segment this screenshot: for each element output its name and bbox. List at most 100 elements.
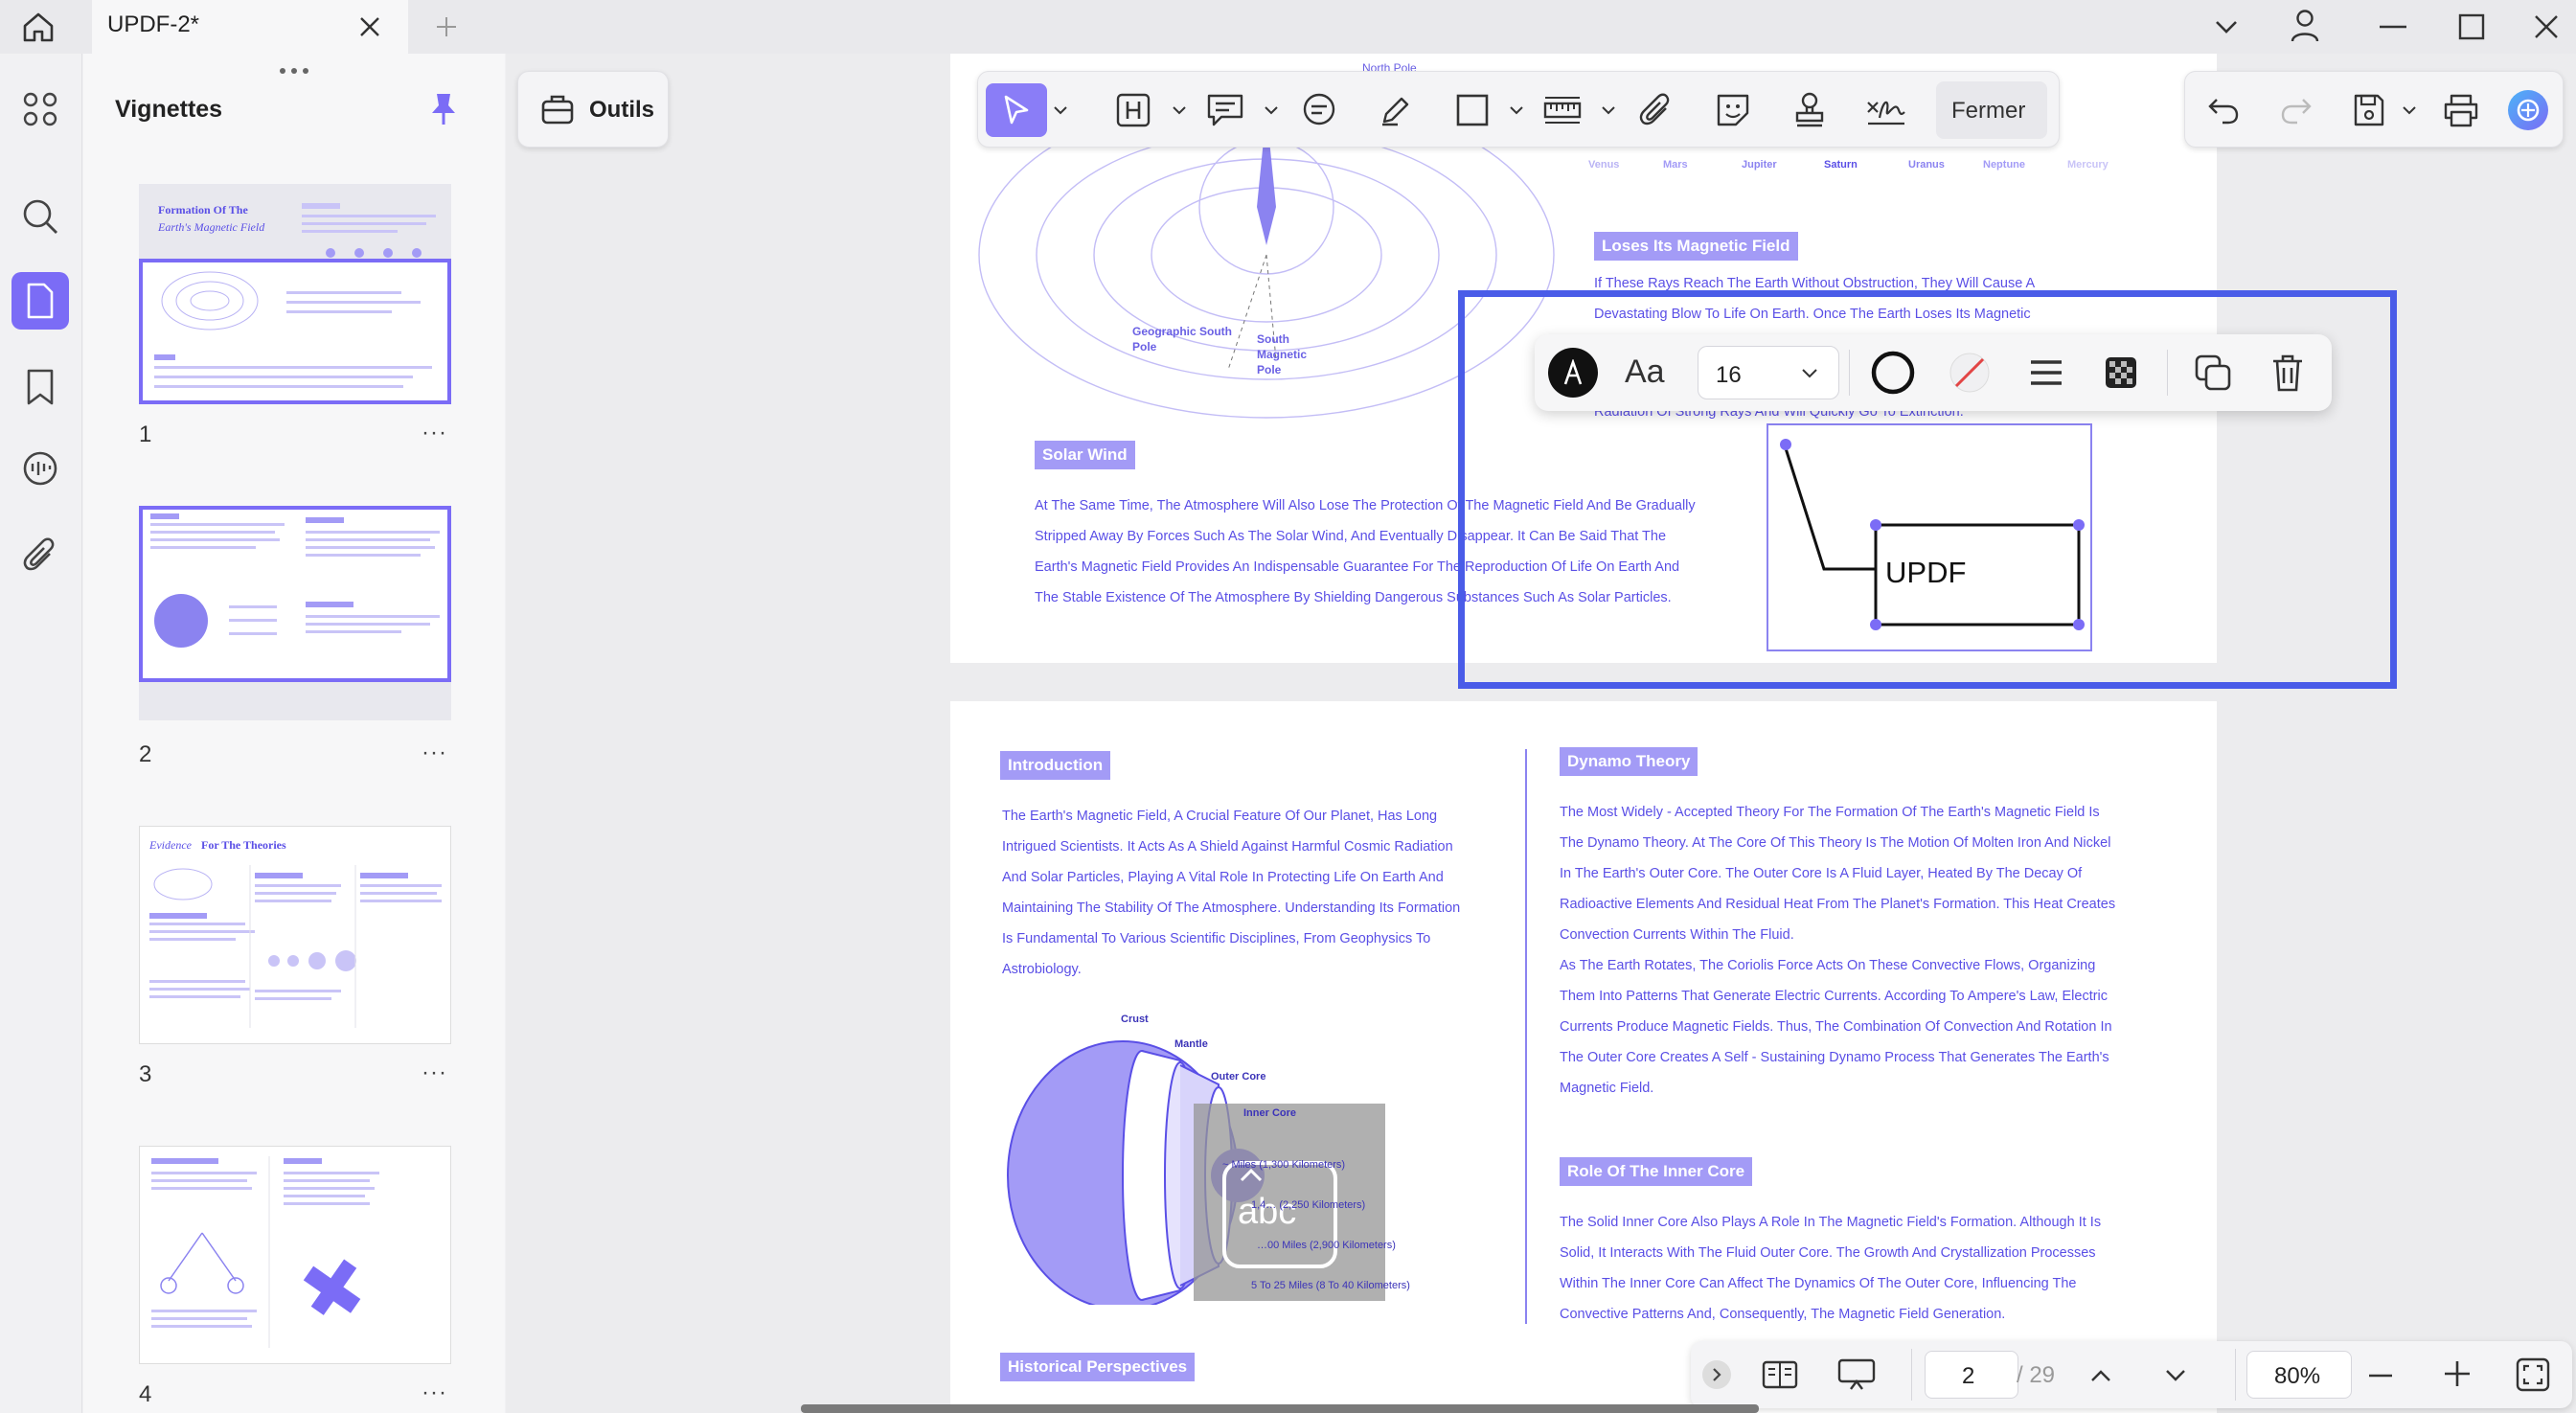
sticker-tool-icon[interactable] [1708,85,1758,135]
dynamo-line-3: In The Earth's Outer Core. The Outer Cor… [1560,866,2083,881]
zoom-level-field[interactable]: 80% [2246,1351,2352,1399]
account-icon[interactable] [2286,6,2324,46]
font-style-icon[interactable]: Aa [1625,353,1665,391]
column-divider [1525,749,1527,1324]
duplicate-icon[interactable] [2188,348,2238,398]
zoom-level-value: 80% [2274,1363,2321,1389]
attachment-tool-icon[interactable] [1631,85,1681,135]
ai-assistant-icon[interactable] [2503,85,2553,135]
chevron-down-icon[interactable] [1505,99,1528,122]
annotation-toolbar: Fermer [977,71,2060,148]
chevron-down-icon[interactable] [1597,99,1620,122]
stamp-tool-icon[interactable] [1785,85,1835,135]
intro-line-6: Astrobiology. [1002,962,1082,977]
divider [2235,1349,2236,1401]
thumb-more-menu-3[interactable]: ··· [422,1060,447,1086]
comments-icon[interactable] [11,441,69,498]
undo-icon[interactable] [2199,85,2248,135]
maximize-icon[interactable] [2452,10,2491,44]
horizontal-scrollbar[interactable] [801,1404,1759,1413]
chevron-down-icon[interactable] [2211,11,2242,42]
redo-icon[interactable] [2271,85,2321,135]
minimize-icon[interactable] [2374,11,2412,42]
note-tool-icon[interactable] [1294,85,1344,135]
thumbnails-icon[interactable] [11,272,69,330]
intro-line-3: And Solar Particles, Playing A Vital Rol… [1002,870,1444,885]
left-rail [0,54,82,1413]
save-icon[interactable] [2344,85,2394,135]
bookmark-icon[interactable] [11,358,69,416]
new-tab-icon[interactable] [429,10,464,44]
zoom-in-icon[interactable] [2438,1355,2476,1393]
chevron-down-icon[interactable] [1168,99,1191,122]
print-icon[interactable] [2436,85,2486,135]
inner-line-2: Solid, It Interacts With The Fluid Outer… [1560,1245,2096,1261]
border-color-icon[interactable] [1868,348,1918,398]
panel-drag-handle[interactable] [278,67,310,75]
divider [2167,350,2168,396]
fill-none-icon[interactable] [1945,348,1995,398]
comment-tool-icon[interactable] [1200,85,1250,135]
outer-core-label: Outer Core [1211,1071,1266,1083]
previous-page-icon[interactable] [2084,1358,2118,1393]
thumb1-title-line2: Earth's Magnetic Field [158,220,265,234]
next-page-icon[interactable] [2158,1358,2193,1393]
line-weight-icon[interactable] [2021,348,2071,398]
close-label: Fermer [1951,98,2026,124]
fit-page-icon[interactable] [2513,1355,2553,1395]
font-color-icon[interactable] [1548,348,1598,398]
presentation-icon[interactable] [1835,1355,1879,1395]
search-icon[interactable] [11,188,69,245]
dynamo-heading: Dynamo Theory [1560,747,1698,776]
pencil-tool-icon[interactable] [1371,85,1421,135]
thumb-number-2: 2 [139,741,152,767]
stamp-icon[interactable]: abc [1222,1161,1337,1268]
planets-row: Venus Mars Jupiter Saturn Uranus Neptune… [1588,159,2125,178]
chevron-down-icon[interactable] [1049,99,1072,122]
thumbnail-page-3[interactable]: Evidence For The Theories [139,826,451,1044]
chevron-down-icon[interactable] [1260,99,1283,122]
introduction-heading: Introduction [1000,751,1111,780]
attachment-icon[interactable] [11,527,69,584]
inner-line-1: The Solid Inner Core Also Plays A Role I… [1560,1215,2102,1230]
font-size-select[interactable]: 16 [1698,346,1839,399]
opacity-icon[interactable] [2096,348,2146,398]
planet-label: Neptune [1983,159,2025,171]
divider [1911,1349,1912,1401]
shape-tool-icon[interactable] [1448,85,1497,135]
close-window-icon[interactable] [2527,10,2565,44]
page-number-input[interactable]: 2 [1925,1351,2018,1399]
measure-tool-icon[interactable] [1538,85,1587,135]
inner-core-label: Inner Core [1243,1107,1297,1119]
thumbnail-page-4[interactable] [139,1146,451,1364]
highlight-tool-icon[interactable] [1108,85,1158,135]
dynamo-line-6: As The Earth Rotates, The Coriolis Force… [1560,958,2096,973]
apps-grid-icon[interactable] [11,80,69,138]
dynamo-line-1: The Most Widely - Accepted Theory For Th… [1560,805,2100,820]
inner-line-4: Convective Patterns And, Consequently, T… [1560,1307,2006,1322]
thumb1-viewport [139,259,451,404]
signature-tool-icon[interactable] [1861,85,1911,135]
select-tool-button[interactable] [986,83,1047,137]
pin-icon[interactable] [425,90,462,128]
dimension-label: 5 To 25 Miles (8 To 40 Kilometers) [1251,1280,1410,1291]
planet-label: Mars [1663,159,1688,171]
expand-nav-icon[interactable] [1702,1360,1731,1389]
thumb-more-menu-1[interactable]: ··· [422,420,447,446]
tools-button[interactable]: Outils [517,71,669,148]
historical-heading: Historical Perspectives [1000,1353,1196,1381]
thumb-more-menu-4[interactable]: ··· [422,1379,447,1406]
thumb-more-menu-2[interactable]: ··· [422,740,447,766]
stamp-text: abc [1238,1192,1297,1232]
thumbnail-page-1[interactable]: Formation Of The Earth's Magnetic Field [139,184,451,404]
close-tab-icon[interactable] [353,10,387,44]
zoom-out-icon[interactable] [2361,1358,2400,1393]
thumbnail-page-2[interactable] [139,506,451,682]
chevron-down-icon[interactable] [2398,99,2421,122]
home-icon[interactable] [17,8,59,46]
close-annotation-mode-button[interactable]: Fermer [1936,81,2047,139]
panel-title: Vignettes [115,96,223,123]
crust-label: Crust [1121,1014,1149,1025]
delete-icon[interactable] [2263,348,2313,398]
page-layout-icon[interactable] [1758,1355,1802,1395]
